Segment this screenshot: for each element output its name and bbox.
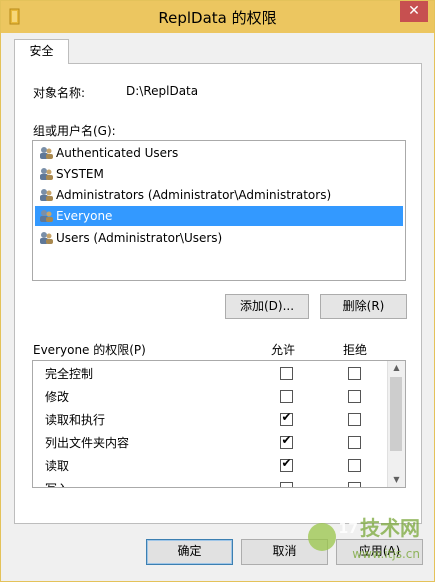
checkmark-icon: ✔ [281,456,292,470]
list-item-label: Everyone [56,209,113,223]
deny-header: 拒绝 [343,343,368,357]
list-item[interactable]: Users (Administrator\Users) [35,228,403,248]
permission-name: 完全控制 [45,367,94,381]
security-panel: 对象名称: D:\ReplData 组或用户名(G): Authenticate… [14,63,422,524]
permission-row: 修改 [33,385,383,408]
permission-row: 列出文件夹内容 ✔ [33,431,383,454]
deny-checkbox[interactable] [348,436,361,449]
users-icon [40,210,53,222]
list-item-label: SYSTEM [56,167,104,181]
list-item-selected[interactable]: Everyone [35,206,403,226]
permission-name: 读取和执行 [45,413,106,427]
groups-label: 组或用户名(G): [33,124,116,138]
window-title: ReplData 的权限 [158,9,277,27]
list-item[interactable]: Administrators (Administrator\Administra… [35,185,403,205]
close-button[interactable]: ✕ [400,1,428,22]
list-item[interactable]: Authenticated Users [35,143,403,163]
list-item[interactable]: SYSTEM [35,164,403,184]
allow-checkbox[interactable]: ✔ [280,433,293,449]
object-name-value: D:\ReplData [126,84,199,98]
users-icon [40,147,53,159]
permission-name: 写入 [45,480,69,487]
allow-checkbox[interactable] [280,482,293,487]
allow-checkbox[interactable]: ✔ [280,410,293,426]
scroll-down-icon[interactable]: ▼ [388,473,405,487]
deny-checkbox[interactable] [348,459,361,472]
permissions-list[interactable]: 完全控制 修改 读取和执行 ✔ 列出文件夹内容 ✔ 读取 ✔ ▲ ▼ [32,360,406,488]
tab-security[interactable]: 安全 [14,39,69,64]
permission-row: 写入 [33,477,383,487]
permissions-dialog: ReplData 的权限 ✕ 安全 对象名称: D:\ReplData 组或用户… [0,0,435,582]
permission-name: 列出文件夹内容 [45,436,130,450]
permissions-label: Everyone 的权限(P) [33,343,146,357]
permission-name: 读取 [45,459,70,473]
ok-button[interactable]: 确定 [146,539,233,565]
scrollbar-thumb[interactable] [390,377,402,451]
scroll-up-icon[interactable]: ▲ [388,361,405,375]
allow-checkbox[interactable]: ✔ [280,456,293,472]
checkmark-icon: ✔ [281,410,292,424]
users-icon [40,232,53,244]
permission-name: 修改 [45,390,70,404]
permission-row: 读取和执行 ✔ [33,408,383,431]
permissions-scrollbar[interactable]: ▲ ▼ [387,361,405,487]
list-item-label: Users (Administrator\Users) [56,231,223,245]
users-icon [40,168,53,180]
add-button[interactable]: 添加(D)... [225,294,309,319]
deny-checkbox[interactable] [348,367,361,380]
allow-checkbox[interactable] [280,367,293,380]
list-item-label: Authenticated Users [56,146,179,160]
deny-checkbox[interactable] [348,413,361,426]
watermark-number: 17 [338,521,358,537]
permission-row: 完全控制 [33,362,383,385]
watermark-domain: www.itjs.cn [352,547,420,561]
permission-row: 读取 ✔ [33,454,383,477]
watermark-text: 技术网 [360,516,420,540]
groups-listbox[interactable]: Authenticated Users SYSTEM Administrator… [32,140,406,281]
deny-checkbox[interactable] [348,390,361,403]
checkmark-icon: ✔ [281,433,292,447]
title-bar[interactable]: ReplData 的权限 ✕ [1,1,434,33]
object-name-label: 对象名称: [33,86,86,100]
allow-checkbox[interactable] [280,390,293,403]
deny-checkbox[interactable] [348,482,361,487]
remove-button[interactable]: 删除(R) [320,294,407,319]
allow-header: 允许 [271,343,296,357]
list-item-label: Administrators (Administrator\Administra… [56,188,332,202]
users-icon [40,189,53,201]
